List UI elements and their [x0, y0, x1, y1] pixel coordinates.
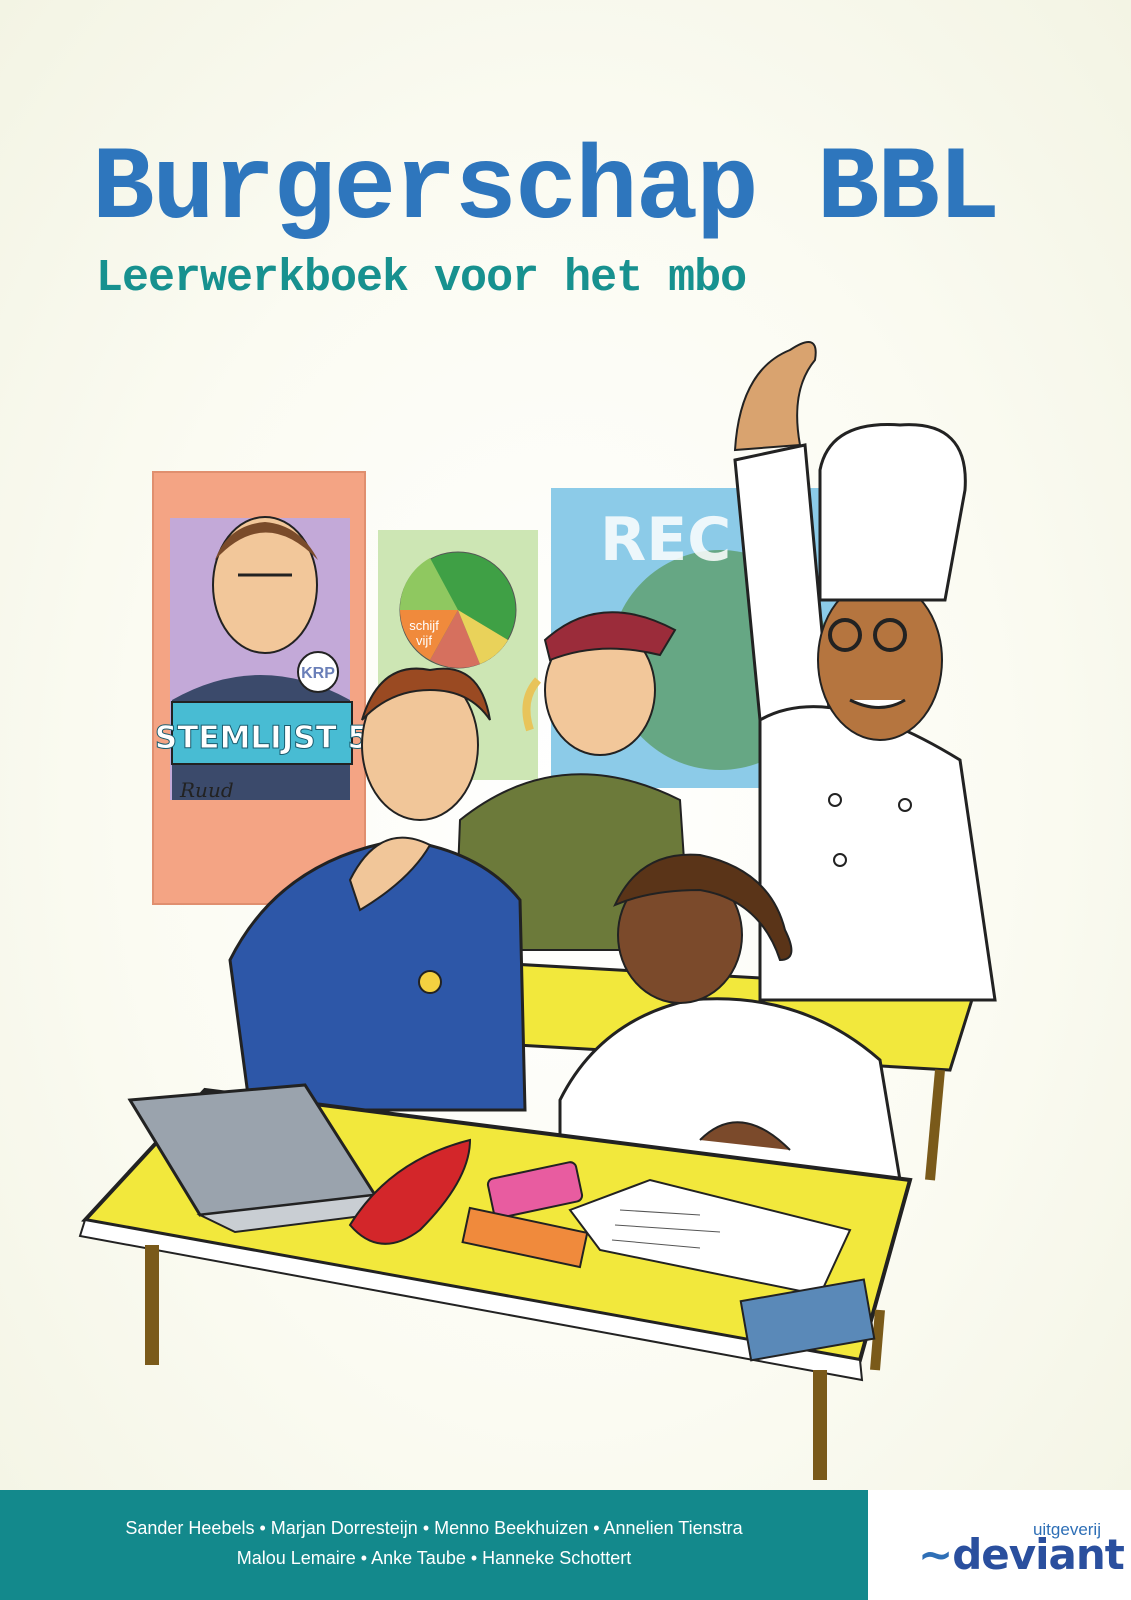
poster-signature: Ruud [179, 778, 234, 802]
authors-line-2: Malou Lemaire • Anke Taube • Hanneke Sch… [236, 1548, 632, 1568]
book-subtitle: Leerwerkboek voor het mbo [96, 253, 747, 304]
authors-list: Sander Heebels • Marjan Dorresteijn • Me… [0, 1513, 868, 1573]
publisher-logo: uitgeverij ~deviant [868, 1490, 1131, 1600]
publisher-name: ~deviant [918, 1530, 1125, 1579]
classroom-illustration: KRP STEMLIJST 5 Ruud schijf vijf REC [78, 341, 997, 1480]
svg-text:REC: REC [600, 505, 731, 575]
svg-text:schijf: schijf [409, 618, 439, 633]
book-title: Burgerschap BBL [92, 131, 1000, 249]
poster-slogan: STEMLIJST 5 [155, 720, 369, 756]
tilde-icon: ~ [918, 1530, 953, 1579]
authors-band: Sander Heebels • Marjan Dorresteijn • Me… [0, 1490, 868, 1600]
svg-text:vijf: vijf [416, 633, 432, 648]
publisher-name-text: deviant [952, 1530, 1125, 1579]
poster-badge-text: KRP [301, 665, 335, 682]
party-poster: KRP STEMLIJST 5 Ruud [152, 471, 370, 905]
authors-line-1: Sander Heebels • Marjan Dorresteijn • Me… [125, 1518, 743, 1538]
